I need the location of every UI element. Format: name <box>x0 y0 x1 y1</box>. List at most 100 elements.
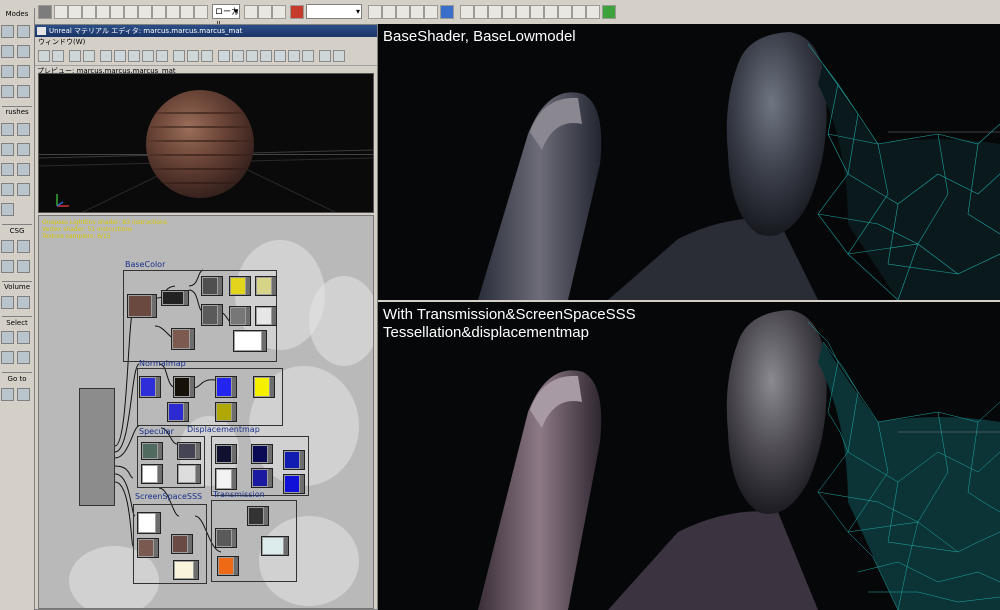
settings-tool-button[interactable] <box>460 5 474 19</box>
refresh-icon[interactable] <box>288 50 300 62</box>
material-editor-titlebar[interactable]: Unreal マテリアル エディタ: marcus.marcus.marcus_… <box>35 25 377 37</box>
vertex-mode-button[interactable] <box>17 85 30 98</box>
sss-output-node[interactable] <box>173 560 199 580</box>
build-all-button[interactable] <box>424 5 438 19</box>
console-play-button[interactable] <box>586 5 600 19</box>
add-volume-button[interactable] <box>1 296 14 309</box>
displacement-output-node[interactable] <box>283 474 305 494</box>
displacement-texture-node[interactable] <box>215 444 237 464</box>
transmission-color-node[interactable] <box>261 536 289 556</box>
sound-tool-button[interactable] <box>152 5 166 19</box>
light-tool-button[interactable] <box>138 5 152 19</box>
basecolor-texture-node[interactable] <box>127 294 157 318</box>
volumetric-brush-button[interactable] <box>1 203 14 216</box>
normal-texture-node[interactable] <box>139 376 161 398</box>
snap-tool-button[interactable] <box>272 5 286 19</box>
transmission-texture-node[interactable] <box>247 506 269 526</box>
foliage-mode-button[interactable] <box>17 65 30 78</box>
actor-tool-button[interactable] <box>166 5 180 19</box>
displacement-scale-node[interactable] <box>251 444 273 464</box>
home-icon[interactable] <box>260 50 272 62</box>
grid-icon[interactable] <box>69 50 81 62</box>
curved-stair-button[interactable] <box>1 163 14 176</box>
options-tool-button[interactable] <box>474 5 488 19</box>
collapse-icon[interactable] <box>232 50 244 62</box>
stats-icon[interactable] <box>201 50 213 62</box>
build-tool-button[interactable] <box>382 5 396 19</box>
cylinder-brush-button[interactable] <box>1 143 14 156</box>
basecolor-detail-node[interactable] <box>171 328 195 350</box>
specular-mask-node[interactable] <box>177 464 201 484</box>
grid-alt-icon[interactable] <box>83 50 95 62</box>
csg-subtract-button[interactable] <box>17 240 30 253</box>
red-tool-button[interactable] <box>290 5 304 19</box>
basecolor-tint-node[interactable] <box>255 276 277 296</box>
csg-add-button[interactable] <box>1 240 14 253</box>
cone-brush-button[interactable] <box>17 123 30 136</box>
csg-intersect-button[interactable] <box>1 260 14 273</box>
cube-tool-button[interactable] <box>82 5 96 19</box>
launch-tool-button[interactable] <box>572 5 586 19</box>
sss-texture-node[interactable] <box>137 538 159 558</box>
play-icon[interactable] <box>602 5 616 19</box>
geometry-mode-button[interactable] <box>17 25 30 38</box>
material-preview-viewport[interactable] <box>38 73 374 213</box>
camera-mode-button[interactable] <box>1 25 14 38</box>
csg-deintersect-button[interactable] <box>17 260 30 273</box>
sheet-brush-button[interactable] <box>1 183 14 196</box>
spiral-stair-button[interactable] <box>17 163 30 176</box>
browser-tool-button[interactable] <box>180 5 194 19</box>
scene-tool-button[interactable] <box>110 5 124 19</box>
transmission-gray-node[interactable] <box>215 528 237 548</box>
volume-type-button[interactable] <box>17 296 30 309</box>
menu-arrow-icon[interactable] <box>38 5 52 19</box>
build-paths-button[interactable] <box>410 5 424 19</box>
toggle-grid-icon[interactable] <box>173 50 185 62</box>
basecolor-white-node[interactable] <box>255 306 277 326</box>
cube-brush-button[interactable] <box>1 123 14 136</box>
displacement-mult-node[interactable] <box>251 468 273 488</box>
show-all-button[interactable] <box>17 351 30 364</box>
mesh-paint-button[interactable] <box>1 65 14 78</box>
export-tool-button[interactable] <box>530 5 544 19</box>
material-node-graph[interactable]: Onepass LightEnv shader: 83 instructions… <box>38 215 374 609</box>
cube-preview-icon[interactable] <box>114 50 126 62</box>
cook-tool-button[interactable] <box>558 5 572 19</box>
material-master-node[interactable] <box>79 388 115 506</box>
view-dropdown[interactable] <box>306 4 362 19</box>
invert-selection-button[interactable] <box>1 351 14 364</box>
mesh-preview-icon[interactable] <box>156 50 168 62</box>
goto-actor-button[interactable] <box>17 388 30 401</box>
camera-tool-button[interactable] <box>124 5 138 19</box>
specular-white-node[interactable] <box>141 464 163 484</box>
sss-mult-node[interactable] <box>171 534 193 554</box>
realtime-preview-icon[interactable] <box>187 50 199 62</box>
texture-mode-button[interactable] <box>1 45 14 58</box>
specular-power-node[interactable] <box>177 442 201 460</box>
fit-icon[interactable] <box>246 50 258 62</box>
lock-icon[interactable] <box>258 5 272 19</box>
show-selected-button[interactable] <box>1 331 14 344</box>
coord-system-dropdown[interactable]: ローカル <box>212 4 240 29</box>
expand-icon[interactable] <box>218 50 230 62</box>
compile-icon[interactable] <box>333 50 345 62</box>
basecolor-output-node[interactable] <box>233 330 267 352</box>
import-tool-button[interactable] <box>544 5 558 19</box>
specular-texture-node[interactable] <box>141 442 163 460</box>
basecolor-add-node[interactable] <box>201 304 223 326</box>
goto-builder-button[interactable] <box>1 388 14 401</box>
p-tool-button[interactable] <box>54 5 68 19</box>
clean-icon[interactable] <box>274 50 286 62</box>
fill-mode-button[interactable] <box>1 85 14 98</box>
basecolor-lerp-node[interactable] <box>201 276 223 296</box>
normal-yellow-node[interactable] <box>253 376 275 398</box>
play-in-editor-button[interactable] <box>440 5 454 19</box>
cylinder-preview-icon[interactable] <box>100 50 112 62</box>
sphere-preview-icon[interactable] <box>128 50 140 62</box>
cube2-tool-button[interactable] <box>96 5 110 19</box>
normal-mask-node[interactable] <box>215 402 237 422</box>
displacement-blue-node[interactable] <box>283 450 305 470</box>
hide-selected-button[interactable] <box>17 331 30 344</box>
terrain-mode-button[interactable] <box>17 45 30 58</box>
connector-icon[interactable] <box>302 50 314 62</box>
